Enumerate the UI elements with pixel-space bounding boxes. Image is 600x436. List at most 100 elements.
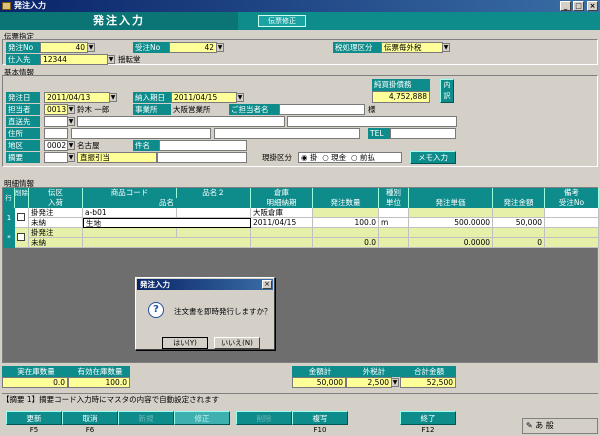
tax-total-dropdown[interactable]: ▼ [391, 378, 399, 387]
type-cell[interactable] [379, 228, 409, 238]
note-code-input[interactable] [44, 152, 68, 163]
close-button[interactable]: × [587, 1, 598, 11]
warehouse-cell[interactable] [251, 228, 313, 238]
breakdown-button[interactable]: 内訳 [440, 79, 454, 103]
note-dropdown[interactable]: ▼ [67, 153, 75, 162]
no-button[interactable]: いいえ(N) [214, 337, 260, 349]
area-dropdown[interactable]: ▼ [67, 141, 75, 150]
delete-checkbox[interactable] [17, 233, 25, 241]
minimize-button[interactable]: _ [560, 1, 571, 11]
delivery-date-dropdown[interactable]: ▼ [236, 93, 244, 102]
address-line2-input[interactable] [214, 128, 360, 139]
item-name-cell[interactable]: 生地 [83, 218, 251, 228]
cash-radio-prepaid[interactable]: ○ 前払 [351, 153, 375, 162]
item-code-cell[interactable]: a-b01 [83, 208, 177, 218]
update-button[interactable]: 更新 [6, 411, 62, 425]
unit-cell[interactable] [379, 238, 409, 248]
copy-button[interactable]: 複写 [292, 411, 348, 425]
ship-to-name-input[interactable] [77, 116, 285, 127]
supplier-code-input[interactable]: 12344 [40, 54, 108, 65]
order-no-input[interactable]: 40 [40, 42, 88, 53]
receive-no-cell[interactable] [545, 238, 599, 248]
subject-input[interactable] [159, 140, 247, 151]
tel-label: TEL [368, 128, 390, 139]
tax-type-dropdown[interactable]: ▼ [442, 43, 450, 52]
cash-radio-credit[interactable]: ◉ 掛 [301, 153, 317, 162]
order-no-dropdown[interactable]: ▼ [87, 43, 95, 52]
tel-input[interactable] [390, 128, 456, 139]
staff-dropdown[interactable]: ▼ [67, 105, 75, 114]
unit-cell[interactable]: m [379, 218, 409, 228]
row1-amount-top[interactable] [493, 208, 545, 218]
row-indicator: * [3, 228, 15, 248]
available-stock-value: 100.0 [68, 377, 130, 388]
ime-indicator[interactable]: ✎ あ 般 [522, 418, 598, 434]
slip-type-cell[interactable]: 掛発注 [29, 228, 83, 238]
available-stock-label: 有効在庫数量 [68, 366, 130, 377]
supplier-name: 揺転堂 [118, 55, 141, 64]
row1-top-cell[interactable] [313, 208, 379, 218]
table-row [15, 228, 29, 248]
cash-radio-cash[interactable]: ○ 現金 [322, 153, 346, 162]
item-name2-cell[interactable] [177, 208, 251, 218]
qty-cell[interactable]: 100.0 [313, 218, 379, 228]
price-cell[interactable]: 0.0000 [409, 238, 493, 248]
address-zip-input[interactable] [44, 128, 68, 139]
qty-cell[interactable]: 0.0 [313, 238, 379, 248]
col-item-name: 品名 [83, 198, 251, 208]
col-type: 種別 [379, 188, 409, 198]
delivery-date-input[interactable]: 2011/04/15 [171, 92, 237, 103]
contact-person-label: ご担当者名 [229, 104, 279, 115]
exit-button[interactable]: 終了 [400, 411, 456, 425]
order-date-input[interactable]: 2011/04/13 [44, 92, 110, 103]
item-name2-cell[interactable] [177, 228, 251, 238]
memo-button[interactable]: メモ入力 [410, 151, 456, 164]
receive-no-input[interactable]: 42 [169, 42, 217, 53]
area-code-input[interactable]: 0002 [44, 140, 68, 151]
cancel-button[interactable]: 取消 [62, 411, 118, 425]
warehouse-cell[interactable]: 大阪倉庫 [251, 208, 313, 218]
ship-to-dropdown[interactable]: ▼ [67, 117, 75, 126]
note-extra-input[interactable] [157, 152, 247, 163]
row2-top-cell[interactable] [313, 228, 379, 238]
supplier-dropdown[interactable]: ▼ [107, 55, 115, 64]
ship-to-code-input[interactable] [44, 116, 68, 127]
remarks-cell[interactable] [545, 228, 599, 238]
new-button[interactable]: 新規 [118, 411, 174, 425]
actual-stock-label: 実在庫数量 [2, 366, 68, 377]
row1-price-top[interactable] [409, 208, 493, 218]
col-receipt: 入荷 [29, 198, 83, 208]
col-amount: 発注金額 [493, 198, 545, 208]
receive-no-dropdown[interactable]: ▼ [216, 43, 224, 52]
staff-code-input[interactable]: 0013 [44, 104, 68, 115]
row2-price-top[interactable] [409, 228, 493, 238]
address-label: 住所 [6, 128, 40, 139]
item-code-cell[interactable] [83, 228, 177, 238]
tax-type-select[interactable]: 伝票毎外税 [381, 42, 443, 53]
delete-button[interactable]: 削除 [236, 411, 292, 425]
col-rowno: 行No [3, 188, 15, 222]
item-name-cell[interactable] [83, 238, 251, 248]
maximize-button[interactable]: □ [573, 1, 584, 11]
detail-date-cell[interactable] [251, 238, 313, 248]
detail-date-cell[interactable]: 2011/04/15 [251, 218, 313, 228]
contact-person-input[interactable] [279, 104, 365, 115]
dialog-close-button[interactable]: × [262, 280, 272, 289]
tax-total-value[interactable]: 2,500 [346, 377, 392, 388]
slip-type-cell[interactable]: 掛発注 [29, 208, 83, 218]
type-cell[interactable] [379, 208, 409, 218]
order-date-dropdown[interactable]: ▼ [109, 93, 117, 102]
receive-no-label: 受注No [133, 42, 169, 53]
note-text-input[interactable]: 直振引当 [77, 152, 157, 163]
edit-button[interactable]: 修正 [174, 411, 230, 425]
delete-checkbox[interactable] [17, 213, 25, 221]
address-line1-input[interactable] [71, 128, 211, 139]
receive-no-cell[interactable] [545, 218, 599, 228]
ship-to-extra-input[interactable] [287, 116, 457, 127]
col-unit: 単位 [379, 198, 409, 208]
copy-key: F10 [313, 426, 327, 434]
yes-button[interactable]: はい(Y) [162, 337, 208, 349]
row2-amount-top[interactable] [493, 228, 545, 238]
remarks-cell[interactable] [545, 208, 599, 218]
price-cell[interactable]: 500.0000 [409, 218, 493, 228]
